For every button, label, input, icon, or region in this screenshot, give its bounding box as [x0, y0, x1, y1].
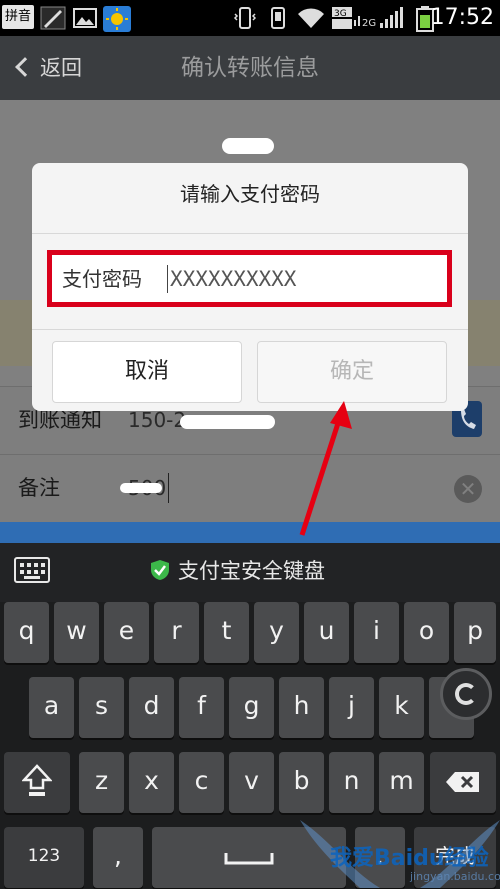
- key-b[interactable]: b: [279, 752, 324, 813]
- key-y[interactable]: y: [254, 602, 299, 663]
- key-x[interactable]: x: [129, 752, 174, 813]
- numbers-key[interactable]: 123: [4, 827, 84, 888]
- page-title: 确认转账信息: [181, 55, 319, 81]
- keyboard-top-accent: [0, 522, 500, 540]
- redaction-scribble: [222, 138, 274, 154]
- key-p[interactable]: p: [454, 602, 496, 663]
- password-dialog: 请输入支付密码 支付密码 XXXXXXXXXX 取消 确定: [32, 163, 468, 411]
- key-s[interactable]: s: [79, 677, 124, 738]
- space-icon: [224, 853, 274, 865]
- weather-sun-icon: [103, 6, 131, 32]
- password-field[interactable]: 支付密码 XXXXXXXXXX: [47, 250, 452, 307]
- clock: 17:52: [430, 5, 494, 30]
- key-d[interactable]: d: [129, 677, 174, 738]
- key-m[interactable]: m: [379, 752, 424, 813]
- key-u[interactable]: u: [304, 602, 349, 663]
- secure-keyboard-bar: 支付宝安全键盘: [0, 540, 500, 602]
- pen-icon: [40, 6, 66, 30]
- clear-icon[interactable]: ✕: [454, 475, 482, 503]
- dialog-divider: [32, 233, 468, 234]
- app-header: 返回 确认转账信息: [0, 36, 500, 100]
- confirm-button[interactable]: 确定: [257, 341, 447, 403]
- vibrate-icon: [232, 6, 258, 30]
- key-w[interactable]: w: [54, 602, 99, 663]
- password-input[interactable]: XXXXXXXXXX: [167, 265, 296, 293]
- password-label: 支付密码: [62, 267, 142, 291]
- key-z[interactable]: z: [79, 752, 124, 813]
- dialog-title: 请输入支付密码: [180, 182, 320, 206]
- key-k[interactable]: k: [379, 677, 424, 738]
- image-icon: [72, 6, 98, 30]
- refresh-icon: [455, 683, 477, 705]
- key-h[interactable]: h: [279, 677, 324, 738]
- network-3g-icon: 3G: [332, 6, 362, 30]
- shift-icon: [21, 764, 53, 796]
- keyboard-title: 支付宝安全键盘: [150, 556, 325, 586]
- floating-assist-button[interactable]: [440, 668, 492, 720]
- key-c[interactable]: c: [179, 752, 224, 813]
- key-g[interactable]: g: [229, 677, 274, 738]
- network-2g-signal-icon: 2G: [362, 6, 406, 30]
- shield-check-icon: [151, 560, 169, 580]
- backspace-key[interactable]: [430, 752, 496, 813]
- redaction-scribble: [120, 483, 162, 493]
- key-i[interactable]: i: [354, 602, 399, 663]
- key-f[interactable]: f: [179, 677, 224, 738]
- redaction-scribble: [180, 415, 275, 429]
- watermark-text: 我爱Baidu经验: [330, 846, 489, 871]
- key-t[interactable]: t: [204, 602, 249, 663]
- annotation-arrow-icon: [299, 401, 352, 536]
- key-e[interactable]: e: [104, 602, 149, 663]
- ime-indicator: 拼音: [2, 5, 34, 29]
- cancel-button[interactable]: 取消: [52, 341, 242, 403]
- note-row[interactable]: 备注 500 ✕: [0, 454, 500, 522]
- key-comma[interactable]: ,: [93, 827, 143, 888]
- note-label: 备注: [18, 476, 60, 500]
- baidu-watermark: 我爱Baidu经验 jingyan.baidu.com: [300, 810, 500, 889]
- watermark-url: jingyan.baidu.com: [410, 870, 500, 883]
- keyboard-toggle-icon[interactable]: [14, 557, 50, 583]
- dialog-divider: [32, 329, 468, 330]
- status-bar: 拼音 3G 2G 17:52: [0, 0, 500, 36]
- wifi-icon: [296, 6, 326, 30]
- net-3g-label: 3G: [334, 9, 347, 19]
- key-n[interactable]: n: [329, 752, 374, 813]
- key-j[interactable]: j: [329, 677, 374, 738]
- key-q[interactable]: q: [4, 602, 49, 663]
- backspace-icon: [446, 772, 479, 792]
- key-o[interactable]: o: [404, 602, 449, 663]
- net-2g-label: 2G: [362, 18, 376, 29]
- key-r[interactable]: r: [154, 602, 199, 663]
- phone-signal-icon: [265, 6, 291, 30]
- key-a[interactable]: a: [29, 677, 74, 738]
- keyboard-title-text: 支付宝安全键盘: [178, 559, 325, 583]
- shift-key[interactable]: [4, 752, 70, 813]
- key-v[interactable]: v: [229, 752, 274, 813]
